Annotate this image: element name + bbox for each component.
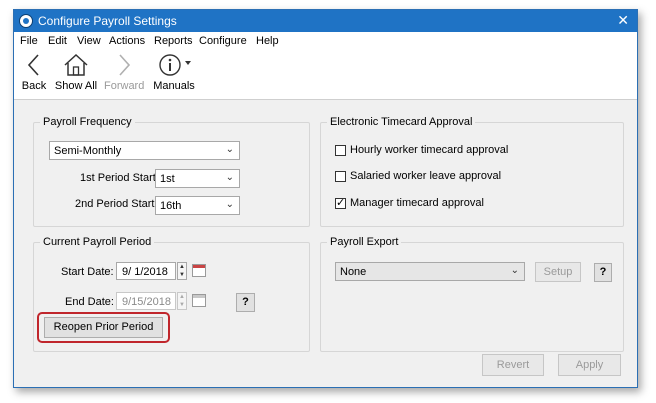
chevron-down-icon: ⌄ <box>225 144 234 155</box>
back-label: Back <box>21 80 47 92</box>
start-date-value: 9/ 1/2018 <box>122 266 168 278</box>
payroll-frequency-title: Payroll Frequency <box>40 116 135 128</box>
salaried-leave-label: Salaried worker leave approval <box>350 170 502 182</box>
payroll-export-title: Payroll Export <box>327 236 402 248</box>
window-title: Configure Payroll Settings <box>38 14 177 28</box>
manuals-button[interactable]: Manuals <box>152 53 196 92</box>
end-date-value: 9/15/2018 <box>122 296 171 308</box>
end-date-label: End Date: <box>65 296 114 308</box>
payroll-frequency-group: Payroll Frequency Semi-Monthly ⌄ 1st Per… <box>33 116 310 227</box>
home-icon <box>64 53 88 76</box>
menu-configure[interactable]: Configure <box>199 35 247 47</box>
forward-button[interactable]: Forward <box>104 53 144 92</box>
end-date-spinner[interactable]: ▲ ▼ <box>177 292 187 310</box>
first-period-value: 1st <box>160 173 175 185</box>
hourly-approval-label: Hourly worker timecard approval <box>350 144 509 156</box>
export-help-button[interactable]: ? <box>594 263 612 282</box>
configure-payroll-window: Configure Payroll Settings ✕ File Edit V… <box>13 9 638 388</box>
forward-label: Forward <box>104 80 145 92</box>
show-all-button[interactable]: Show All <box>54 53 98 92</box>
frequency-value: Semi-Monthly <box>54 145 122 157</box>
back-button[interactable]: Back <box>20 53 48 92</box>
menu-view[interactable]: View <box>77 35 101 47</box>
show-all-label: Show All <box>54 80 98 92</box>
timecard-approval-title: Electronic Timecard Approval <box>327 116 476 128</box>
menu-bar: File Edit View Actions Reports Configure… <box>14 32 637 52</box>
forward-arrow-icon <box>119 54 131 76</box>
chevron-down-icon: ⌄ <box>225 172 234 183</box>
end-date-calendar-icon[interactable] <box>192 294 206 307</box>
reopen-highlight-frame <box>37 312 170 343</box>
chevron-down-icon: ⌄ <box>225 199 234 210</box>
revert-button[interactable]: Revert <box>482 354 544 376</box>
end-date-field[interactable]: 9/15/2018 <box>116 292 176 310</box>
hourly-approval-checkbox[interactable] <box>335 145 346 156</box>
payroll-export-group: Payroll Export None ⌄ Setup ? <box>320 236 624 352</box>
current-period-title: Current Payroll Period <box>40 236 155 248</box>
close-icon[interactable]: ✕ <box>617 12 629 29</box>
start-date-spinner[interactable]: ▲ ▼ <box>177 262 187 280</box>
manager-approval-checkbox[interactable] <box>335 196 346 209</box>
timecard-approval-group: Electronic Timecard Approval Hourly work… <box>320 116 624 227</box>
chevron-down-icon: ⌄ <box>510 265 519 276</box>
menu-help[interactable]: Help <box>256 35 279 47</box>
info-icon <box>159 54 191 76</box>
salaried-leave-checkbox[interactable] <box>335 171 346 182</box>
second-period-dropdown[interactable]: 16th ⌄ <box>155 196 240 215</box>
setup-button[interactable]: Setup <box>535 262 581 282</box>
start-date-field[interactable]: 9/ 1/2018 <box>116 262 176 280</box>
back-arrow-icon <box>27 54 39 76</box>
export-value: None <box>340 266 367 278</box>
manager-approval-label: Manager timecard approval <box>350 197 484 209</box>
menu-reports[interactable]: Reports <box>154 35 193 47</box>
start-date-label: Start Date: <box>61 266 114 278</box>
menu-file[interactable]: File <box>20 35 38 47</box>
start-date-calendar-icon[interactable] <box>192 264 206 277</box>
period-help-button[interactable]: ? <box>236 293 255 312</box>
first-period-label: 1st Period Start: <box>80 172 159 184</box>
first-period-dropdown[interactable]: 1st ⌄ <box>155 169 240 188</box>
menu-edit[interactable]: Edit <box>48 35 67 47</box>
app-icon <box>19 14 33 28</box>
apply-button[interactable]: Apply <box>558 354 621 376</box>
second-period-value: 16th <box>160 200 182 212</box>
toolbar: Back Show All Forward Manuals <box>14 51 637 100</box>
menu-actions[interactable]: Actions <box>109 35 145 47</box>
frequency-dropdown[interactable]: Semi-Monthly ⌄ <box>49 141 240 160</box>
export-dropdown[interactable]: None ⌄ <box>335 262 525 281</box>
second-period-label: 2nd Period Start: <box>75 198 158 210</box>
title-bar[interactable]: Configure Payroll Settings ✕ <box>14 10 637 32</box>
manuals-label: Manuals <box>153 80 195 92</box>
